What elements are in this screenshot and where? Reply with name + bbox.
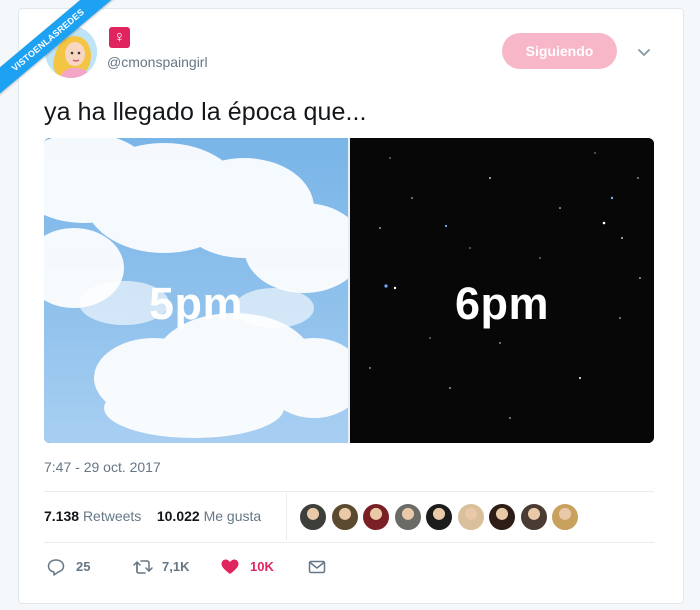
liker-avatar[interactable] [299, 503, 327, 531]
day-time-label: 5pm [148, 278, 244, 329]
like-count: 10K [250, 559, 274, 574]
day-sky-panel: 5pm [44, 138, 348, 443]
watermark-text: VISTOENLASREDES [0, 0, 120, 106]
retweet-count: 7,1K [162, 559, 190, 574]
liker-avatar[interactable] [393, 503, 422, 531]
retweets-label[interactable]: Retweets [83, 508, 141, 524]
following-button[interactable]: Siguiendo [502, 33, 617, 69]
tweet-media-image[interactable]: 5pm 6pm [44, 138, 654, 443]
retweets-count[interactable]: 7.138 [44, 508, 79, 524]
tweet-timestamp[interactable]: 7:47 - 29 oct. 2017 [44, 459, 161, 475]
screenshot-frame: VISTOENLASREDES ♀ @cmonspaingirl Siguien… [0, 0, 700, 610]
night-sky-panel: 6pm [350, 138, 654, 443]
retweet-icon [133, 560, 153, 574]
stats-separator [286, 493, 287, 540]
watermark-ribbon: VISTOENLASREDES [0, 0, 120, 120]
envelope-icon [308, 560, 326, 574]
liker-avatar[interactable] [456, 503, 485, 531]
chevron-down-icon[interactable] [634, 42, 654, 62]
engagement-stats: 7.138 Retweets 10.022 Me gusta [44, 508, 261, 524]
reply-button[interactable]: 25 [46, 556, 106, 578]
liker-avatar[interactable] [488, 503, 516, 531]
liker-avatar[interactable] [425, 503, 453, 531]
divider-bottom [44, 542, 654, 543]
liker-avatar[interactable] [330, 503, 359, 531]
reply-icon [47, 559, 65, 576]
reply-count: 25 [76, 559, 91, 574]
night-time-label: 6pm [454, 278, 550, 329]
divider-top [44, 491, 654, 492]
liker-avatar[interactable] [551, 503, 579, 531]
liker-avatar[interactable] [519, 503, 548, 531]
retweet-button[interactable]: 7,1K [132, 556, 202, 578]
likes-count[interactable]: 10.022 [157, 508, 200, 524]
likes-label[interactable]: Me gusta [204, 508, 262, 524]
heart-icon [221, 559, 239, 574]
like-button[interactable]: 10K [220, 556, 290, 578]
author-handle[interactable]: @cmonspaingirl [107, 54, 208, 70]
liker-avatar[interactable] [362, 503, 390, 531]
direct-message-button[interactable] [307, 556, 331, 578]
